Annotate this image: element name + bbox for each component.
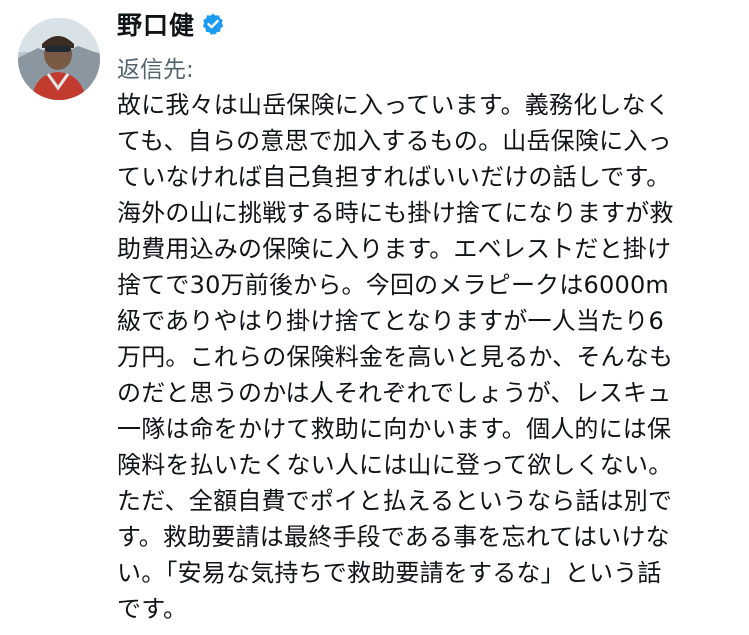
tweet-text-line: 海外の山に挑戦する時にも掛け捨てになりますが救 (117, 199, 674, 227)
avatar[interactable] (18, 18, 100, 100)
tweet-text-line: です。 (117, 595, 188, 623)
tweet-text-line: のだと思うのかは人それぞれでしょうが、レスキュ (117, 379, 672, 407)
tweet-text-line: 級でありやはり掛け捨てとなりますが一人当たり6 (117, 307, 664, 335)
tweet-text-line: 捨てで30万前後から。今回のメラピークは6000m (117, 271, 669, 299)
tweet-text-line: 万円。これらの保険料金を高いと見るか、そんなも (117, 343, 674, 371)
author-name[interactable]: 野口健 (117, 6, 195, 42)
tweet-text-line: い。「安易な気持ちで救助要請をするな」という話 (117, 559, 662, 587)
tweet-text-line: 助費用込みの保険に入ります。エベレストだと掛け (117, 235, 672, 263)
tweet-text-line: ただ、全額自費でポイと払えるというなら話は別で (117, 487, 673, 515)
tweet-text-line: 一隊は命をかけて救助に向かいます。個人的には保 (117, 415, 672, 443)
tweet-text-line: 故に我々は山岳保険に入っています。義務化しなく (117, 91, 670, 119)
tweet-header: 野口健 (117, 2, 225, 46)
reply-to: 返信先: (117, 50, 256, 84)
verified-badge-icon (201, 12, 225, 36)
reply-target-redacted[interactable] (200, 56, 256, 78)
tweet-text-line: 険料を払いたくない人には山に登って欲しくない。 (117, 451, 673, 479)
tweet-text-line: す。救助要請は最終手段である事を忘れてはいけな (117, 523, 670, 551)
avatar-photo (18, 18, 100, 100)
tweet: 野口健 返信先: 故に我々は山岳保険に入っています。義務化しなく ても、自らの意… (0, 0, 749, 635)
tweet-text-line: ても、自らの意思で加入するもの。山岳保険に入っ (117, 127, 672, 155)
reply-label: 返信先: (117, 57, 194, 83)
tweet-text: 故に我々は山岳保険に入っています。義務化しなく ても、自らの意思で加入するもの。… (117, 87, 742, 627)
tweet-text-line: ていなければ自己負担すればいいだけの話しです。 (117, 163, 671, 191)
